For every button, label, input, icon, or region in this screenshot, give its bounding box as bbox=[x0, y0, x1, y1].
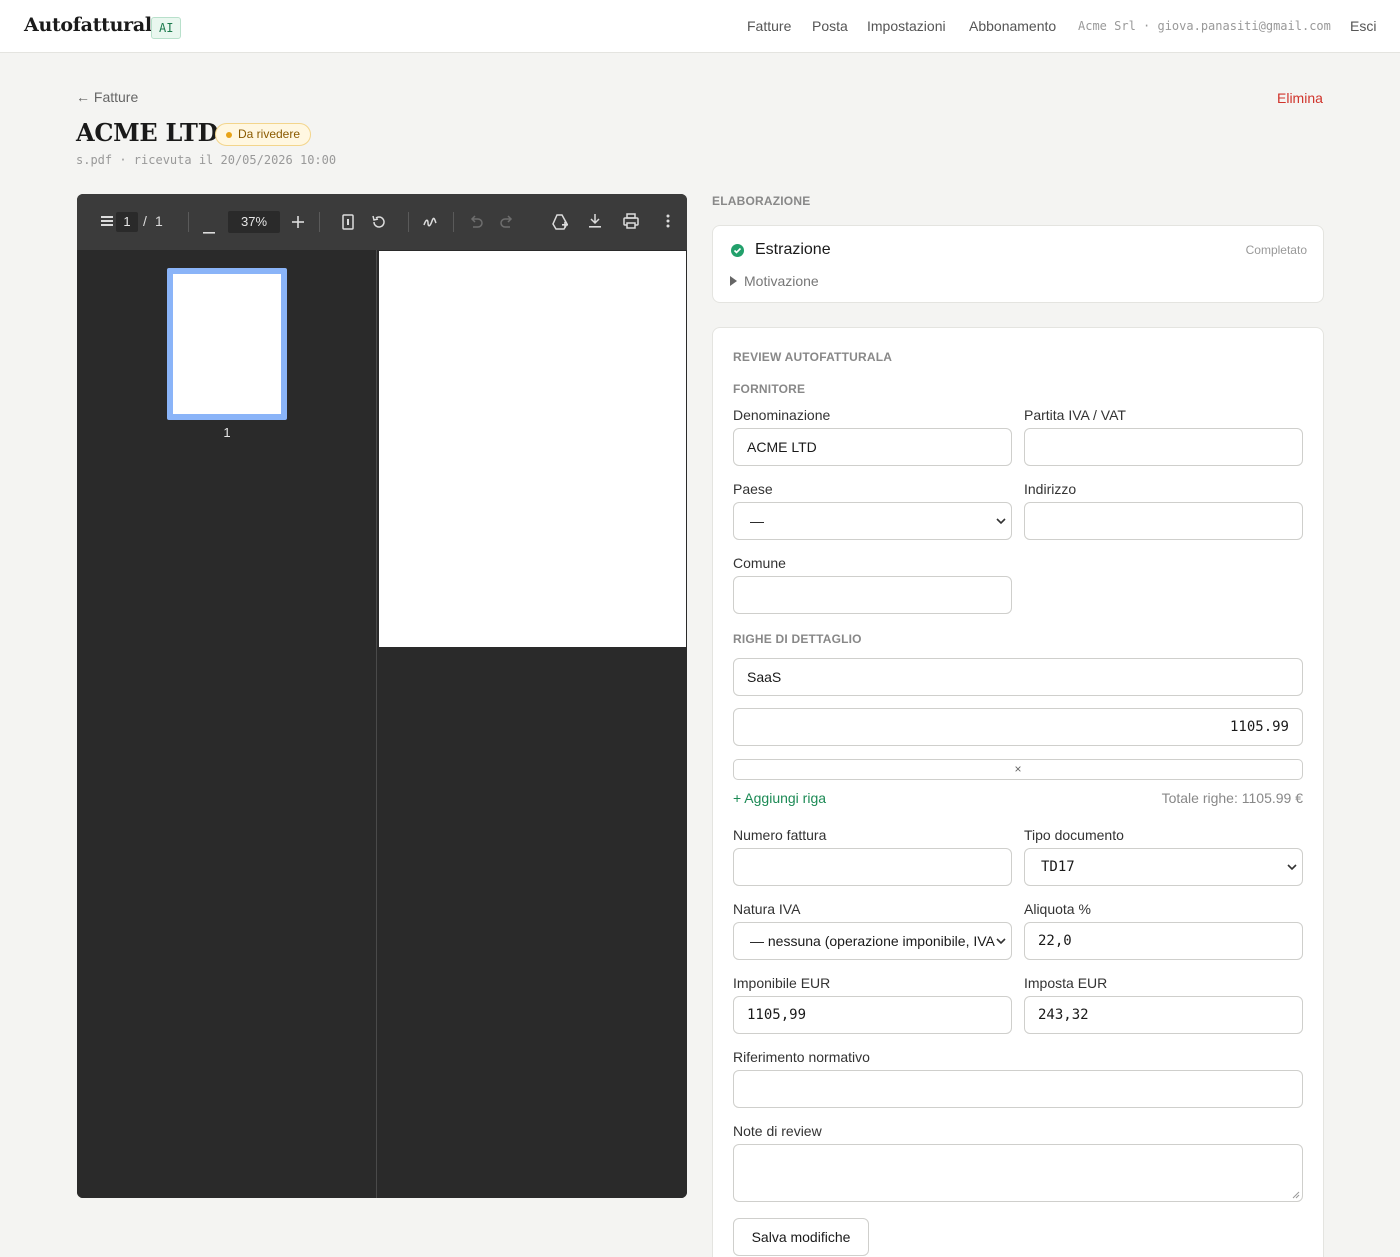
page-separator: / bbox=[143, 213, 147, 229]
denominazione-input[interactable]: ACME LTD bbox=[733, 428, 1012, 466]
aliquota-input[interactable]: 22,0 bbox=[1024, 922, 1303, 960]
download-icon[interactable] bbox=[588, 213, 602, 232]
file-subtitle: s.pdf · ricevuta il 20/05/2026 10:00 bbox=[76, 153, 337, 167]
partita-iva-input[interactable] bbox=[1024, 428, 1303, 466]
ai-badge: AI bbox=[151, 17, 182, 39]
indirizzo-label: Indirizzo bbox=[1024, 481, 1077, 497]
review-card: REVIEW AUTOFATTURALA FORNITORE Denominaz… bbox=[712, 327, 1324, 1257]
page-number-input[interactable]: 1 bbox=[116, 212, 138, 232]
top-bar: Autofatturala AI Fatture Posta Impostazi… bbox=[0, 0, 1400, 53]
note-textarea[interactable] bbox=[733, 1144, 1303, 1202]
natura-iva-value: — nessuna (operazione imponibile, IVA bbox=[750, 933, 995, 949]
rotate-icon[interactable] bbox=[371, 214, 387, 233]
motivation-toggle[interactable]: Motivazione bbox=[730, 273, 819, 289]
disclosure-triangle-icon bbox=[730, 276, 737, 286]
tipo-documento-select[interactable]: TD17 bbox=[1024, 848, 1303, 886]
delete-button[interactable]: Elimina bbox=[1277, 90, 1323, 106]
fit-page-icon[interactable] bbox=[342, 214, 354, 233]
status-badge: Da rivedere bbox=[215, 123, 312, 146]
chevron-down-icon bbox=[996, 938, 1006, 945]
line-amount-input[interactable]: 1105.99 bbox=[733, 708, 1303, 746]
draw-icon[interactable] bbox=[422, 214, 438, 233]
numero-fattura-input[interactable] bbox=[733, 848, 1012, 886]
riferimento-label: Riferimento normativo bbox=[733, 1049, 870, 1065]
page-total: 1 bbox=[155, 213, 163, 229]
comune-input[interactable] bbox=[733, 576, 1012, 614]
page-area bbox=[378, 250, 687, 1198]
page-title: ACME LTD bbox=[76, 118, 219, 147]
review-section-label: REVIEW AUTOFATTURALA bbox=[733, 350, 893, 364]
imposta-label: Imposta EUR bbox=[1024, 975, 1108, 991]
thumbnail-label: 1 bbox=[223, 425, 231, 440]
paese-select[interactable]: — bbox=[733, 502, 1012, 540]
page-thumbnail[interactable] bbox=[167, 268, 287, 420]
undo-icon[interactable] bbox=[469, 215, 483, 232]
account-info: Acme Srl · giova.panasiti@gmail.com bbox=[1078, 19, 1331, 33]
nav-fatture[interactable]: Fatture bbox=[747, 18, 791, 34]
supplier-section-label: FORNITORE bbox=[733, 382, 806, 396]
back-link[interactable]: ← Fatture bbox=[76, 89, 138, 105]
aliquota-label: Aliquota % bbox=[1024, 901, 1091, 917]
pdf-page bbox=[379, 251, 686, 647]
tipo-documento-label: Tipo documento bbox=[1024, 827, 1124, 843]
step-status: Completato bbox=[1245, 243, 1307, 257]
menu-icon[interactable] bbox=[101, 214, 113, 230]
denominazione-label: Denominazione bbox=[733, 407, 831, 423]
status-dot-icon bbox=[226, 132, 232, 138]
paese-label: Paese bbox=[733, 481, 773, 497]
zoom-out-icon[interactable] bbox=[203, 221, 215, 237]
motivation-label: Motivazione bbox=[744, 273, 819, 289]
processing-section-label: ELABORAZIONE bbox=[712, 194, 811, 208]
chevron-down-icon bbox=[1287, 864, 1297, 871]
chevron-down-icon bbox=[996, 518, 1006, 525]
remove-line-button[interactable]: × bbox=[733, 759, 1303, 780]
logout-link[interactable]: Esci bbox=[1350, 18, 1376, 34]
note-label: Note di review bbox=[733, 1123, 822, 1139]
imponibile-input[interactable]: 1105,99 bbox=[733, 996, 1012, 1034]
zoom-input[interactable]: 37% bbox=[228, 211, 280, 233]
natura-iva-select[interactable]: — nessuna (operazione imponibile, IVA bbox=[733, 922, 1012, 960]
lines-total: Totale righe: 1105.99 € bbox=[1161, 790, 1303, 806]
brand-logo[interactable]: Autofatturala bbox=[24, 14, 164, 36]
riferimento-input[interactable] bbox=[733, 1070, 1303, 1108]
numero-fattura-label: Numero fattura bbox=[733, 827, 827, 843]
indirizzo-input[interactable] bbox=[1024, 502, 1303, 540]
thumbnail-sidebar: 1 bbox=[77, 250, 377, 1198]
add-line-button[interactable]: + Aggiungi riga bbox=[733, 790, 826, 806]
pdf-viewer: 1 / 1 37% 1 bbox=[77, 194, 687, 1198]
processing-card: Estrazione Completato Motivazione bbox=[712, 225, 1324, 303]
nav-abbonamento[interactable]: Abbonamento bbox=[969, 18, 1056, 34]
natura-iva-label: Natura IVA bbox=[733, 901, 801, 917]
paese-select-value: — bbox=[750, 513, 764, 529]
tipo-documento-value: TD17 bbox=[1041, 859, 1075, 875]
nav-posta[interactable]: Posta bbox=[812, 18, 848, 34]
imposta-input[interactable]: 243,32 bbox=[1024, 996, 1303, 1034]
pdf-toolbar: 1 / 1 37% bbox=[77, 194, 687, 250]
toolbar-divider bbox=[188, 212, 189, 232]
partita-iva-label: Partita IVA / VAT bbox=[1024, 407, 1126, 423]
check-circle-icon bbox=[731, 244, 744, 257]
lines-section-label: RIGHE DI DETTAGLIO bbox=[733, 632, 862, 646]
step-title: Estrazione bbox=[755, 241, 831, 258]
print-icon[interactable] bbox=[623, 213, 639, 232]
zoom-in-icon[interactable] bbox=[292, 215, 304, 231]
status-badge-label: Da rivedere bbox=[238, 127, 301, 141]
toolbar-divider bbox=[408, 212, 409, 232]
comune-label: Comune bbox=[733, 555, 786, 571]
add-to-drive-icon[interactable] bbox=[551, 213, 569, 234]
toolbar-divider bbox=[319, 212, 320, 232]
save-button[interactable]: Salva modifiche bbox=[733, 1218, 869, 1256]
line-description-input[interactable]: SaaS bbox=[733, 658, 1303, 696]
resize-grip-icon[interactable] bbox=[1292, 1191, 1300, 1199]
toolbar-divider bbox=[453, 212, 454, 232]
imponibile-label: Imponibile EUR bbox=[733, 975, 831, 991]
more-icon[interactable] bbox=[666, 214, 670, 231]
redo-icon[interactable] bbox=[500, 215, 514, 232]
nav-impostazioni[interactable]: Impostazioni bbox=[867, 18, 946, 34]
